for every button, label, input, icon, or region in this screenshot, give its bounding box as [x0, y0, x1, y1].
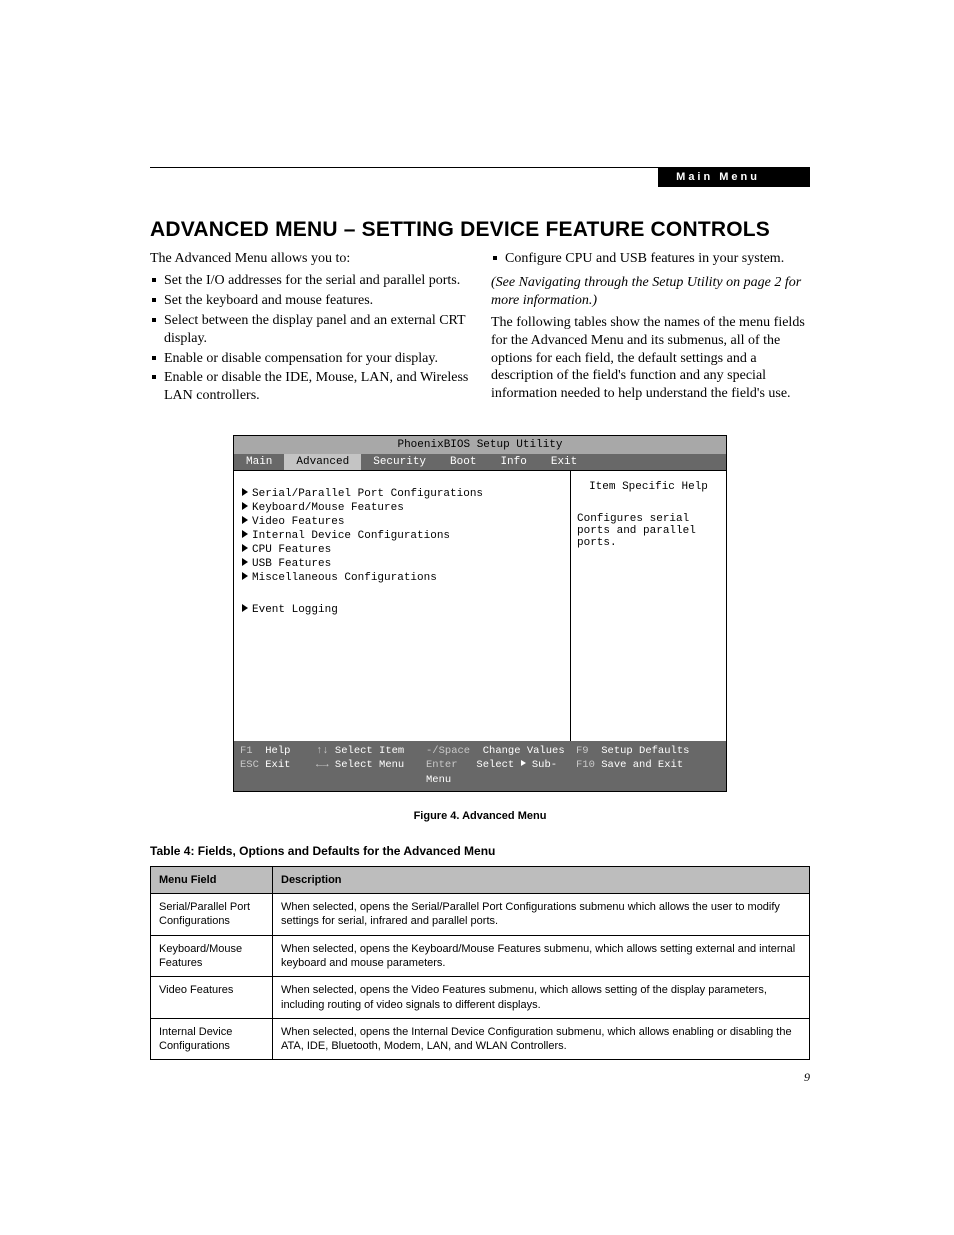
bios-help-title: Item Specific Help [577, 481, 720, 513]
th-description: Description [273, 866, 810, 893]
bios-tab-info: Info [488, 454, 538, 470]
description-paragraph: The following tables show the names of t… [491, 314, 810, 404]
bios-footer-row: ESC Exit ←→ Select Menu Enter Select Sub… [240, 758, 720, 786]
key-action: Select Menu [335, 759, 404, 771]
header-badge: Main Menu [658, 167, 810, 187]
bios-item-label: Serial/Parallel Port Configurations [252, 488, 483, 500]
triangle-icon [242, 604, 248, 612]
key-f10: F10 [576, 759, 595, 771]
bios-item: Keyboard/Mouse Features [240, 501, 562, 515]
key-action: Help [265, 745, 290, 757]
table-row: Internal Device Configurations When sele… [151, 1018, 810, 1060]
feature-list-left: Set the I/O addresses for the serial and… [150, 272, 469, 405]
list-item: Enable or disable compensation for your … [150, 350, 469, 368]
cell-field: Internal Device Configurations [151, 1018, 273, 1060]
triangle-icon [242, 488, 248, 496]
bios-tab-boot: Boot [438, 454, 488, 470]
bios-footer-row: F1 Help ↑↓ Select Item -/Space Change Va… [240, 744, 720, 758]
xref-note: (See Navigating through the Setup Utilit… [491, 274, 810, 310]
th-menu-field: Menu Field [151, 866, 273, 893]
bios-screenshot: PhoenixBIOS Setup Utility Main Advanced … [233, 435, 727, 792]
bios-item-label: CPU Features [252, 544, 331, 556]
key-arrows-h: ←→ [316, 759, 329, 771]
table-row: Serial/Parallel Port Configurations When… [151, 894, 810, 936]
bios-help-text: Configures serial ports and parallel por… [577, 513, 720, 549]
bios-item: Serial/Parallel Port Configurations [240, 487, 562, 501]
bios-item-label: Internal Device Configurations [252, 530, 450, 542]
cell-field: Video Features [151, 977, 273, 1019]
bios-item: USB Features [240, 557, 562, 571]
bios-item: Event Logging [240, 603, 562, 617]
bios-item: CPU Features [240, 543, 562, 557]
cell-desc: When selected, opens the Serial/Parallel… [273, 894, 810, 936]
bios-item-label: Video Features [252, 516, 344, 528]
bios-help-pane: Item Specific Help Configures serial por… [570, 471, 726, 741]
triangle-icon [242, 502, 248, 510]
spacer [240, 585, 562, 603]
bios-item-label: USB Features [252, 558, 331, 570]
key-f1: F1 [240, 745, 253, 757]
triangle-icon [242, 572, 248, 580]
key-arrows-v: ↑↓ [316, 745, 329, 757]
bios-item: Video Features [240, 515, 562, 529]
bios-tabs: Main Advanced Security Boot Info Exit [234, 454, 726, 470]
bios-item-label: Miscellaneous Configurations [252, 572, 437, 584]
list-item: Configure CPU and USB features in your s… [491, 250, 810, 268]
triangle-icon [242, 544, 248, 552]
intro-columns: The Advanced Menu allows you to: Set the… [150, 250, 810, 409]
page: Main Menu ADVANCED MENU – SETTING DEVICE… [0, 0, 954, 1235]
bios-menu-pane: Serial/Parallel Port Configurations Keyb… [234, 471, 570, 741]
triangle-icon [242, 530, 248, 538]
bios-tab-exit: Exit [539, 454, 589, 470]
triangle-icon [242, 516, 248, 524]
cell-field: Serial/Parallel Port Configurations [151, 894, 273, 936]
figure-caption: Figure 4. Advanced Menu [150, 810, 810, 822]
cell-desc: When selected, opens the Video Features … [273, 977, 810, 1019]
cell-field: Keyboard/Mouse Features [151, 935, 273, 977]
bios-item-label: Keyboard/Mouse Features [252, 502, 404, 514]
bios-item-label: Event Logging [252, 604, 338, 616]
page-number: 9 [804, 1070, 810, 1085]
cell-desc: When selected, opens the Internal Device… [273, 1018, 810, 1060]
list-item: Set the I/O addresses for the serial and… [150, 272, 469, 290]
triangle-icon [242, 558, 248, 566]
bios-tab-advanced: Advanced [284, 454, 361, 470]
page-title: ADVANCED MENU – SETTING DEVICE FEATURE C… [150, 218, 810, 242]
table-header-row: Menu Field Description [151, 866, 810, 893]
key-action: Save and Exit [601, 759, 683, 771]
bios-item: Miscellaneous Configurations [240, 571, 562, 585]
intro-text: The Advanced Menu allows you to: [150, 250, 469, 268]
key-action: Exit [265, 759, 290, 771]
list-item: Set the keyboard and mouse features. [150, 292, 469, 310]
key-action: Select [476, 759, 514, 771]
bios-body: Serial/Parallel Port Configurations Keyb… [234, 470, 726, 741]
key-action: Setup Defaults [601, 745, 689, 757]
key-enter: Enter [426, 759, 458, 771]
cell-desc: When selected, opens the Keyboard/Mouse … [273, 935, 810, 977]
table-caption: Table 4: Fields, Options and Defaults fo… [150, 844, 810, 858]
bios-item: Internal Device Configurations [240, 529, 562, 543]
bios-tab-main: Main [234, 454, 284, 470]
fields-table: Menu Field Description Serial/Parallel P… [150, 866, 810, 1061]
list-item: Select between the display panel and an … [150, 312, 469, 348]
list-item: Enable or disable the IDE, Mouse, LAN, a… [150, 369, 469, 405]
key-action: Change Values [483, 745, 565, 757]
key-esc: ESC [240, 759, 259, 771]
key-f9: F9 [576, 745, 589, 757]
table-row: Video Features When selected, opens the … [151, 977, 810, 1019]
bios-tab-security: Security [361, 454, 438, 470]
table-row: Keyboard/Mouse Features When selected, o… [151, 935, 810, 977]
bios-footer: F1 Help ↑↓ Select Item -/Space Change Va… [234, 741, 726, 791]
feature-list-right: Configure CPU and USB features in your s… [491, 250, 810, 268]
triangle-icon [521, 760, 526, 766]
bios-title: PhoenixBIOS Setup Utility [234, 436, 726, 454]
key-action: Select Item [335, 745, 404, 757]
key-space: -/Space [426, 745, 470, 757]
